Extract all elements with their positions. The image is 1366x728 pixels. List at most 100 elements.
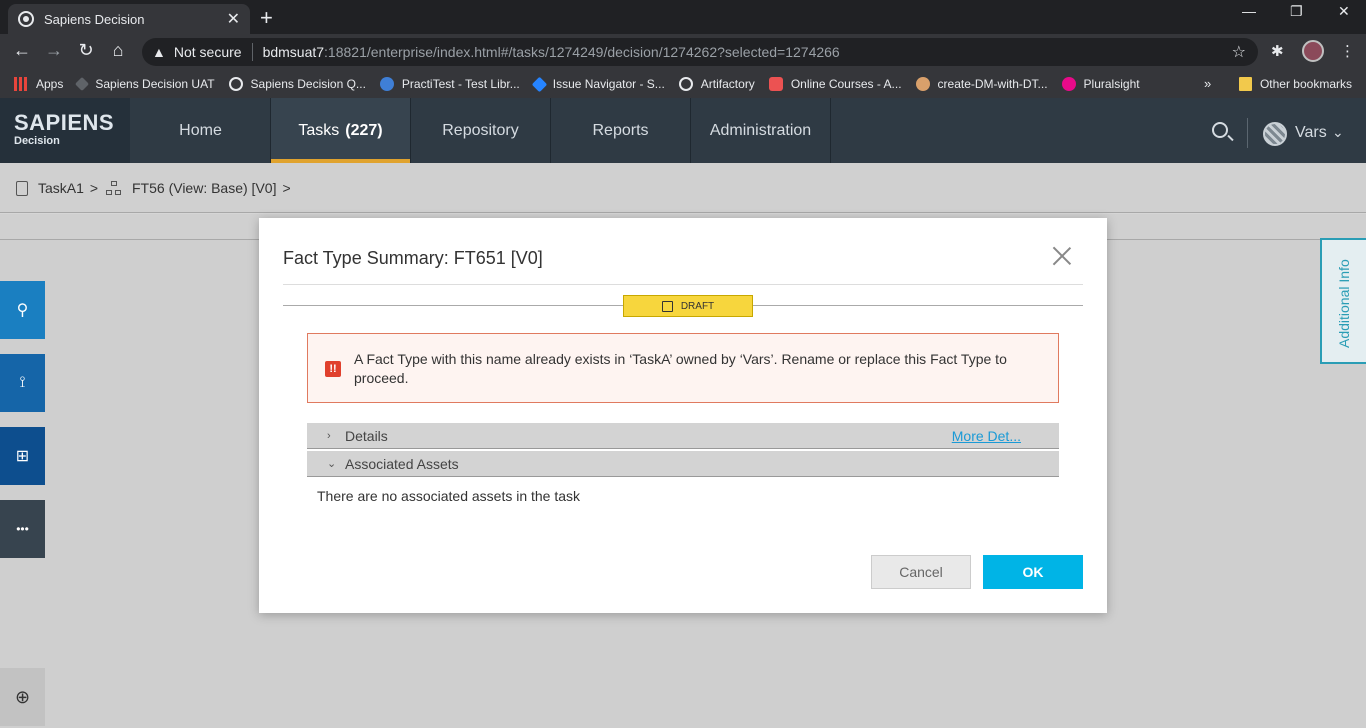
nav-label: Home — [179, 121, 222, 139]
minimize-button[interactable]: — — [1242, 3, 1256, 19]
hierarchy-icon: ⊞ — [15, 448, 30, 465]
zoom-button[interactable]: ⊕ — [0, 668, 45, 726]
bookmark-practitest[interactable]: PractiTest - Test Libr... — [379, 77, 520, 91]
breadcrumb-separator: > — [89, 180, 99, 196]
address-separator — [251, 43, 253, 61]
alert-message: A Fact Type with this name already exist… — [354, 351, 1007, 386]
error-alert: !! A Fact Type with this name already ex… — [307, 333, 1059, 403]
search-icon[interactable] — [1212, 122, 1228, 138]
no-assets-message: There are no associated assets in the ta… — [317, 488, 581, 504]
bookmark-online-courses[interactable]: Online Courses - A... — [768, 77, 902, 91]
bookmark-label: Online Courses - A... — [790, 77, 902, 91]
home-icon[interactable]: ⌂ — [106, 40, 130, 61]
bookmark-issue-navigator[interactable]: Issue Navigator - S... — [531, 76, 665, 92]
bookmark-label: Sapiens Decision UAT — [95, 77, 215, 91]
nav-label: Tasks — [298, 121, 340, 139]
test-button[interactable]: ⟟ — [0, 354, 45, 412]
restore-button[interactable]: ❐ — [1290, 3, 1303, 20]
fact-type-summary-dialog: Fact Type Summary: FT651 [V0] DRAFT !! A… — [259, 218, 1107, 613]
logo-sub: Decision — [14, 135, 60, 147]
pluralsight-icon — [1061, 77, 1076, 91]
nav-administration[interactable]: Administration — [691, 98, 831, 163]
new-tab-button[interactable]: + — [260, 5, 273, 31]
browser-tabstrip: Sapiens Decision ✕ + — ❐ ✕ — [0, 0, 1366, 34]
hierarchy-button[interactable]: ⊞ — [0, 427, 45, 485]
folder-icon — [1238, 77, 1252, 91]
bookmark-create-dm[interactable]: create-DM-with-DT... — [915, 77, 1048, 91]
section-label: Details — [345, 427, 388, 444]
not-secure-label[interactable]: Not secure — [174, 44, 242, 60]
bookmarks-bar: Apps Sapiens Decision UAT Sapiens Decisi… — [0, 70, 1366, 98]
bookmark-label: Apps — [36, 77, 64, 91]
dialog-title: Fact Type Summary: FT651 [V0] — [283, 248, 543, 268]
more-details-link[interactable]: More Det... — [952, 428, 1021, 444]
logo-main: SAPIENS — [14, 110, 115, 135]
nav-home[interactable]: Home — [131, 98, 271, 163]
breadcrumb-task-label: TaskA1 — [38, 180, 84, 196]
jira-icon — [531, 76, 548, 92]
more-icon: ••• — [16, 522, 29, 536]
address-bar[interactable]: ▲ Not secure bdmsuat7 :18821/enterprise/… — [142, 38, 1258, 66]
bookmark-label: PractiTest - Test Libr... — [401, 77, 520, 91]
bookmark-sapiens-uat[interactable]: Sapiens Decision UAT — [75, 76, 215, 92]
app-header: SAPIENS Decision Home Tasks (227) Reposi… — [0, 98, 1366, 163]
clipboard-icon — [16, 180, 28, 196]
breadcrumb-task[interactable]: TaskA1 > — [16, 180, 98, 196]
nav-label: Administration — [709, 121, 812, 139]
breadcrumb-view-label: FT56 (View: Base) [V0] — [132, 180, 277, 196]
status-badge: DRAFT — [623, 295, 753, 317]
bookmark-label: Sapiens Decision Q... — [250, 77, 366, 91]
breadcrumb-view[interactable]: FT56 (View: Base) [V0] > — [106, 180, 291, 196]
user-name[interactable]: Vars — [1295, 124, 1327, 142]
more-bookmarks-button[interactable]: » — [1204, 76, 1211, 91]
edit-icon — [661, 300, 673, 312]
cancel-button[interactable]: Cancel — [871, 555, 971, 589]
tasks-count: (227) — [345, 121, 383, 139]
error-icon: !! — [325, 361, 341, 377]
forward-icon[interactable]: → — [42, 40, 66, 61]
udemy-icon — [768, 77, 783, 91]
jenkins-icon — [915, 77, 930, 91]
other-bookmarks-label: Other bookmarks — [1259, 77, 1352, 91]
close-window-button[interactable]: ✕ — [1338, 3, 1350, 20]
reload-icon[interactable]: ↻ — [74, 40, 98, 61]
bookmark-label: Pluralsight — [1083, 77, 1140, 91]
bookmark-pluralsight[interactable]: Pluralsight — [1061, 77, 1140, 91]
bookmark-label: Artifactory — [700, 77, 755, 91]
chevron-right-icon: › — [327, 429, 331, 442]
details-section[interactable]: › Details More Det... — [307, 423, 1059, 449]
bookmark-label: create-DM-with-DT... — [937, 77, 1048, 91]
ok-button[interactable]: OK — [983, 555, 1083, 589]
warning-icon: ▲ — [152, 44, 166, 60]
header-separator — [1247, 118, 1248, 148]
additional-info-tab[interactable]: Additional Info — [1320, 238, 1366, 364]
user-globe-icon[interactable] — [1263, 122, 1287, 146]
globe-icon — [228, 77, 243, 91]
browser-tab[interactable]: Sapiens Decision ✕ — [8, 4, 250, 34]
nav-tasks[interactable]: Tasks (227) — [271, 98, 411, 163]
sapiens-logo[interactable]: SAPIENS Decision — [0, 98, 130, 163]
nav-repository[interactable]: Repository — [411, 98, 551, 163]
extensions-icon[interactable]: ✱ — [1271, 42, 1284, 60]
nav-reports[interactable]: Reports — [551, 98, 691, 163]
breadcrumb-separator: > — [282, 180, 291, 196]
chevron-down-icon[interactable]: ⌄ — [1332, 124, 1344, 141]
associated-assets-section[interactable]: ⌄ Associated Assets — [307, 451, 1059, 477]
bookmark-artifactory[interactable]: Artifactory — [678, 77, 755, 91]
url-path: :18821/enterprise/index.html#/tasks/1274… — [324, 44, 840, 60]
profile-avatar[interactable] — [1302, 40, 1324, 62]
bookmark-star-icon[interactable]: ☆ — [1232, 42, 1246, 62]
back-icon[interactable]: ← — [10, 40, 34, 61]
nav-label: Repository — [442, 121, 519, 139]
bookmark-sapiens-q[interactable]: Sapiens Decision Q... — [228, 77, 366, 91]
menu-icon[interactable]: ⋮ — [1340, 42, 1355, 60]
bookmark-apps[interactable]: Apps — [14, 77, 63, 91]
bookmark-label: Issue Navigator - S... — [552, 77, 665, 91]
close-icon[interactable] — [1049, 244, 1075, 270]
more-button[interactable]: ••• — [0, 500, 45, 558]
tab-close-icon[interactable]: ✕ — [227, 9, 240, 29]
additional-info-label: Additional Info — [1336, 259, 1352, 348]
stamp-button[interactable]: ⚲ — [0, 281, 45, 339]
other-bookmarks[interactable]: Other bookmarks — [1238, 77, 1352, 91]
apps-grid-icon — [14, 77, 28, 91]
